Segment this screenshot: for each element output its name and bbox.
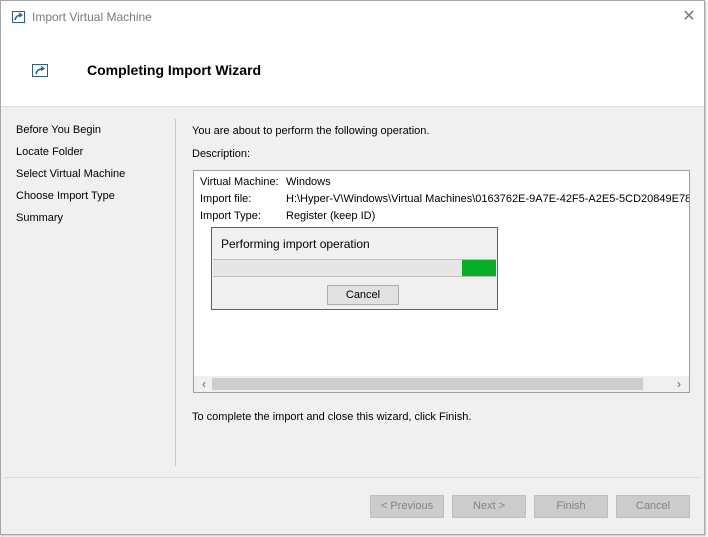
vm-import-icon: [12, 11, 25, 23]
nav-item-select-virtual-machine[interactable]: Select Virtual Machine: [4, 163, 174, 185]
detail-key: Import Type:: [200, 210, 261, 222]
nav-item-locate-folder[interactable]: Locate Folder: [4, 141, 174, 163]
finish-button[interactable]: Finish: [534, 495, 608, 518]
detail-key: Import file:: [200, 193, 252, 205]
description-label: Description:: [192, 148, 251, 160]
next-button[interactable]: Next >: [452, 495, 526, 518]
finish-instruction: To complete the import and close this wi…: [192, 411, 472, 423]
detail-value: Windows: [286, 176, 331, 188]
horizontal-scrollbar[interactable]: ‹ ›: [194, 376, 689, 392]
nav-item-choose-import-type[interactable]: Choose Import Type: [4, 185, 174, 207]
vm-import-icon: [32, 64, 48, 77]
previous-button[interactable]: < Previous: [370, 495, 444, 518]
detail-value: H:\Hyper-V\Windows\Virtual Machines\0163…: [286, 193, 690, 205]
scroll-left-icon[interactable]: ‹: [196, 376, 212, 392]
scrollbar-thumb[interactable]: [212, 378, 643, 390]
footer-divider: [4, 477, 701, 478]
wizard-nav: Before You Begin Locate Folder Select Vi…: [4, 119, 174, 229]
page-title: Completing Import Wizard: [87, 62, 262, 78]
detail-row-import-type: Import Type: Register (keep ID): [200, 208, 375, 224]
detail-value: Register (keep ID): [286, 210, 376, 222]
progress-dialog: Performing import operation Cancel: [211, 227, 498, 310]
nav-divider: [175, 119, 176, 466]
detail-row-import-file: Import file: H:\Hyper-V\Windows\Virtual M…: [200, 191, 690, 207]
wizard-header: Completing Import Wizard: [1, 33, 704, 107]
progress-bar: [213, 259, 496, 277]
window-title: Import Virtual Machine: [32, 10, 152, 24]
nav-item-summary[interactable]: Summary: [4, 207, 174, 229]
intro-text: You are about to perform the following o…: [192, 125, 430, 137]
detail-key: Virtual Machine:: [200, 176, 279, 188]
scroll-right-icon[interactable]: ›: [671, 376, 687, 392]
progress-cancel-button[interactable]: Cancel: [327, 285, 399, 305]
nav-item-before-you-begin[interactable]: Before You Begin: [4, 119, 174, 141]
close-icon[interactable]: ✕: [677, 5, 701, 29]
import-wizard-window: Import Virtual Machine ✕ Completing Impo…: [0, 0, 705, 535]
progress-fill: [462, 260, 496, 276]
cancel-button[interactable]: Cancel: [616, 495, 690, 518]
title-bar[interactable]: Import Virtual Machine ✕: [1, 1, 704, 33]
detail-row-virtual-machine: Virtual Machine: Windows: [200, 174, 331, 190]
progress-title: Performing import operation: [221, 237, 370, 251]
